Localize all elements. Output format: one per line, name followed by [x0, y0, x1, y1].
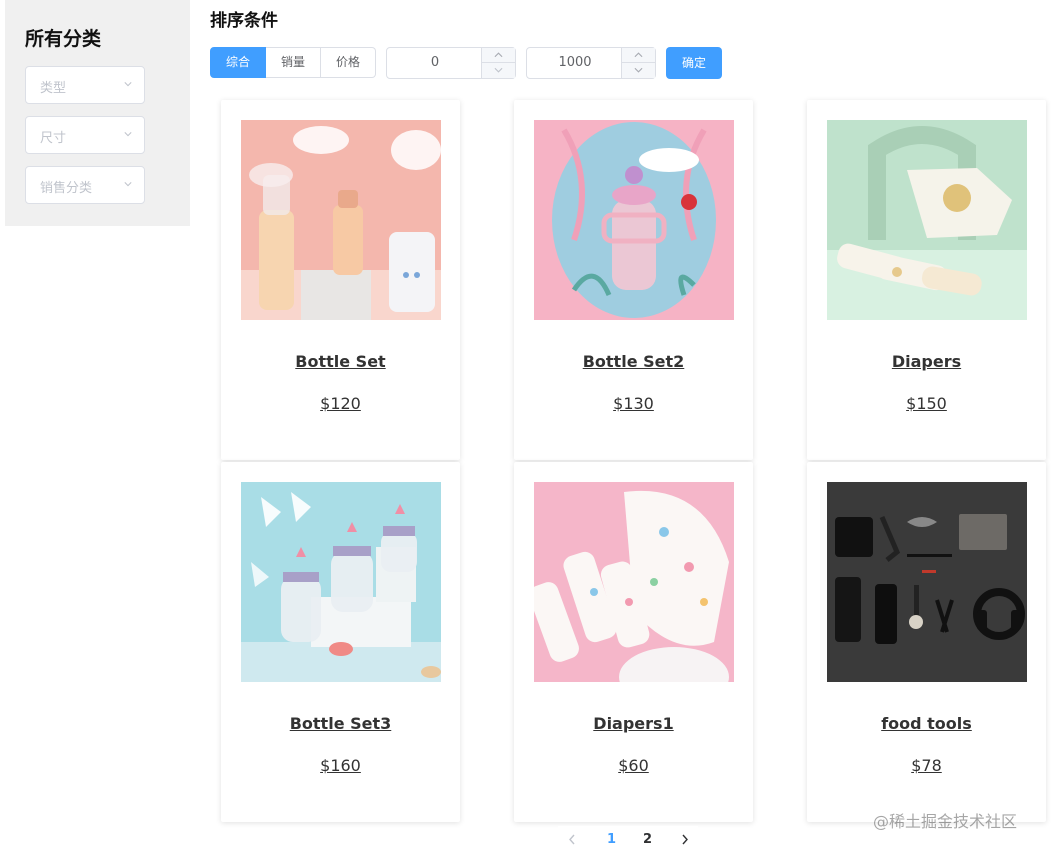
chevron-down-icon: [494, 67, 503, 73]
max-price-stepper: [621, 48, 655, 78]
product-price[interactable]: $120: [221, 394, 460, 413]
product-card[interactable]: Diapers1 $60: [514, 462, 753, 822]
min-price-stepper: [481, 48, 515, 78]
min-price-value[interactable]: 0: [387, 48, 483, 78]
product-name[interactable]: Diapers1: [514, 714, 753, 733]
chevron-down-icon: [124, 82, 132, 87]
min-price-input[interactable]: 0: [386, 47, 516, 79]
product-card[interactable]: food tools $78: [807, 462, 1046, 822]
size-select-placeholder: 尺寸: [40, 131, 67, 146]
page-2-button[interactable]: 2: [643, 832, 652, 847]
product-price[interactable]: $160: [221, 756, 460, 775]
product-price[interactable]: $78: [807, 756, 1046, 775]
type-select[interactable]: 类型: [25, 66, 145, 104]
min-price-decrease-button[interactable]: [482, 63, 515, 78]
category-sidebar: 所有分类 类型 尺寸 销售分类: [5, 0, 190, 226]
pagination: 1 2: [558, 826, 698, 853]
chevron-up-icon: [494, 52, 503, 58]
product-price[interactable]: $60: [514, 756, 753, 775]
sales-category-select[interactable]: 销售分类: [25, 166, 145, 204]
sort-title: 排序条件: [210, 11, 278, 31]
chevron-up-icon: [634, 52, 643, 58]
bottle-pump-photo[interactable]: [241, 120, 441, 320]
sort-price-button[interactable]: 价格: [321, 47, 376, 78]
product-name[interactable]: Bottle Set3: [221, 714, 460, 733]
product-price[interactable]: $130: [514, 394, 753, 413]
max-price-increase-button[interactable]: [622, 48, 655, 63]
max-price-decrease-button[interactable]: [622, 63, 655, 78]
crown-bottles-photo[interactable]: [241, 482, 441, 682]
product-card[interactable]: Bottle Set3 $160: [221, 462, 460, 822]
accessories-flatlay-photo[interactable]: [827, 482, 1027, 682]
chevron-down-icon: [124, 182, 132, 187]
min-price-increase-button[interactable]: [482, 48, 515, 63]
product-name[interactable]: Bottle Set2: [514, 352, 753, 371]
product-name[interactable]: Bottle Set: [221, 352, 460, 371]
product-card[interactable]: Bottle Set $120: [221, 100, 460, 460]
product-card[interactable]: Bottle Set2 $130: [514, 100, 753, 460]
max-price-value[interactable]: 1000: [527, 48, 623, 78]
product-card[interactable]: Diapers $150: [807, 100, 1046, 460]
max-price-input[interactable]: 1000: [526, 47, 656, 79]
sort-sales-button[interactable]: 销量: [266, 47, 321, 78]
pink-sippy-cup-photo[interactable]: [534, 120, 734, 320]
sort-comprehensive-button[interactable]: 综合: [210, 47, 266, 78]
diapers-photo[interactable]: [827, 120, 1027, 320]
confirm-button[interactable]: 确定: [666, 47, 722, 79]
chevron-right-icon[interactable]: [681, 834, 689, 845]
product-name[interactable]: food tools: [807, 714, 1046, 733]
product-name[interactable]: Diapers: [807, 352, 1046, 371]
size-select[interactable]: 尺寸: [25, 116, 145, 154]
muslin-cloth-photo[interactable]: [534, 482, 734, 682]
page-1-button[interactable]: 1: [607, 832, 616, 847]
sort-button-group: 综合 销量 价格: [210, 47, 376, 78]
chevron-down-icon: [634, 67, 643, 73]
type-select-placeholder: 类型: [40, 81, 67, 96]
product-price[interactable]: $150: [807, 394, 1046, 413]
watermark: @稀土掘金技术社区: [873, 812, 1018, 831]
sales-category-select-placeholder: 销售分类: [40, 181, 93, 196]
chevron-down-icon: [124, 132, 132, 137]
chevron-left-icon[interactable]: [568, 834, 576, 845]
sidebar-title: 所有分类: [25, 28, 102, 50]
